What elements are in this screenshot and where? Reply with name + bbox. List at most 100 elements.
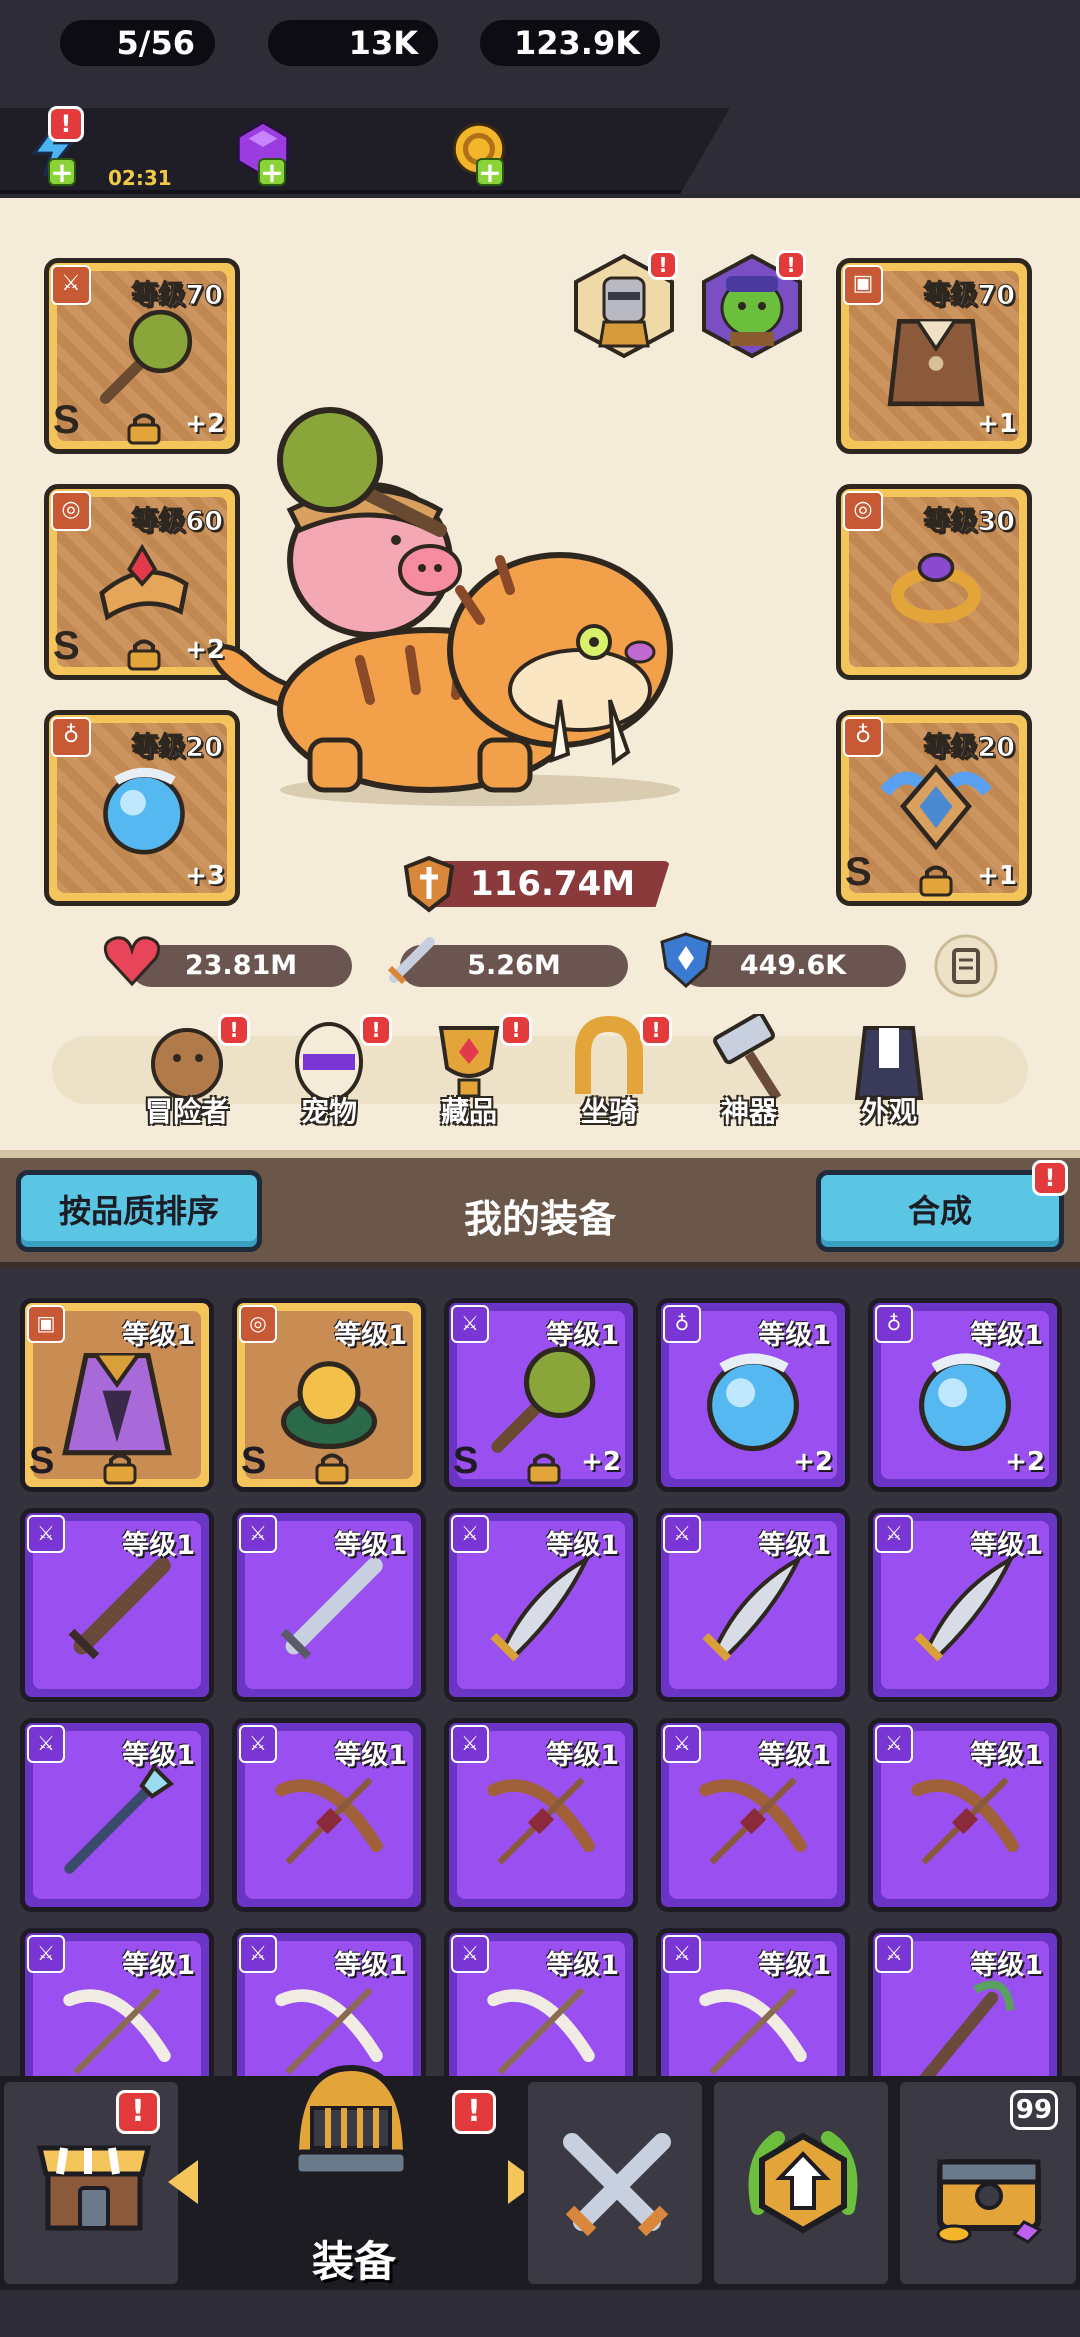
item-level: 等级1: [122, 1740, 195, 1771]
item-level: 等级1: [334, 1530, 407, 1561]
tab-horseshoe[interactable]: 坐骑!: [554, 1014, 672, 1134]
ring-icon: ◎: [843, 491, 883, 531]
equipment-item[interactable]: ♁ 等级1 +2: [656, 1298, 850, 1492]
item-level: 等级1: [546, 1950, 619, 1981]
bow-icon: [479, 1759, 603, 1883]
equipment-item[interactable]: ⚔ 等级1: [20, 1508, 214, 1702]
equipment-item[interactable]: ⚔ 等级1: [656, 1928, 850, 2076]
item-enhance: +2: [581, 1447, 621, 1477]
gem-plus-button[interactable]: +: [258, 158, 286, 187]
nav-upgrade[interactable]: [710, 2078, 892, 2288]
bone-bow-icon: [55, 1969, 179, 2076]
scimitar-icon: [479, 1549, 603, 1673]
equipment-item[interactable]: ⚔ 等级1: [656, 1718, 850, 1912]
sword-icon: ⚔: [875, 1515, 913, 1553]
tab-trophy[interactable]: 藏品!: [414, 1014, 532, 1134]
slot-enhance: +1: [977, 409, 1017, 439]
equipment-item[interactable]: ▣ 等级1 S: [20, 1298, 214, 1492]
item-level: 等级1: [758, 1530, 831, 1561]
hero-character[interactable]: [180, 390, 720, 810]
bow-icon: [903, 1759, 1027, 1883]
slot-level: 等级60: [131, 506, 224, 538]
prev-arrow-icon[interactable]: [168, 2160, 198, 2204]
equipped-slot-right-3[interactable]: ♁ 等级20 S +1: [836, 710, 1032, 906]
bracer-icon: [89, 529, 199, 639]
lock-icon: [101, 1451, 139, 1485]
treasure-chest-icon: [936, 2159, 1043, 2244]
equipped-slot-right-2[interactable]: ◎ 等级30: [836, 484, 1032, 680]
equipment-item[interactable]: ⚔ 等级1: [656, 1508, 850, 1702]
wood-sword-icon: [55, 1549, 179, 1673]
mace-icon: [89, 303, 199, 413]
item-grade: S: [453, 1440, 479, 1482]
equipment-title: 我的装备: [463, 1197, 616, 1241]
equipment-item[interactable]: ⚔ 等级1: [868, 1508, 1062, 1702]
slot-grade: S: [53, 398, 80, 442]
tab-hammer[interactable]: 神器: [694, 1014, 804, 1134]
slot-grade: S: [53, 624, 80, 668]
necklace-icon: ♁: [51, 717, 91, 757]
equipment-item[interactable]: ⚔ 等级1: [868, 1928, 1062, 2076]
equipment-item[interactable]: ⚔ 等级1: [232, 1718, 426, 1912]
bone-bow-icon: [691, 1969, 815, 2076]
lock-icon: [313, 1451, 351, 1485]
lock-icon: [125, 637, 163, 671]
equipment-item[interactable]: ⚔ 等级1: [444, 1718, 638, 1912]
tab-outfit[interactable]: 外观: [834, 1014, 944, 1134]
slot-level: 等级20: [923, 732, 1016, 764]
stat-details-icon[interactable]: [934, 934, 998, 998]
tab-label: 宠物: [300, 1095, 357, 1128]
lock-icon: [917, 863, 955, 897]
tab-capybara[interactable]: 冒险者!: [132, 1014, 250, 1134]
slot-enhance: +2: [185, 635, 225, 665]
tab-egg[interactable]: 宠物!: [274, 1014, 392, 1134]
equipment-item[interactable]: ⚔ 等级1: [444, 1928, 638, 2076]
energy-counter[interactable]: 5/56: [60, 20, 215, 66]
sword-icon: ⚔: [27, 1515, 65, 1553]
gauntlet-icon: [267, 1339, 391, 1463]
bow-icon: [691, 1759, 815, 1883]
ring-icon: ◎: [51, 491, 91, 531]
item-level: 等级1: [970, 1530, 1043, 1561]
bow-icon: [267, 1759, 391, 1883]
crossed-swords-icon: [563, 2133, 671, 2237]
sort-by-quality-button[interactable]: 按品质排序: [16, 1170, 262, 1252]
heart-icon: [103, 936, 161, 987]
slot-level: 等级70: [131, 280, 224, 312]
equipment-item[interactable]: ♁ 等级1 +2: [868, 1298, 1062, 1492]
tab-label: 神器: [720, 1095, 777, 1128]
ring-icon: ◎: [239, 1305, 277, 1343]
gold-counter[interactable]: 123.9K: [480, 20, 660, 66]
orb-icon: [903, 1339, 1027, 1463]
equipped-slot-right-1[interactable]: ▣ 等级70 +1: [836, 258, 1032, 454]
item-grade: S: [29, 1440, 55, 1482]
merge-button[interactable]: 合成: [816, 1170, 1064, 1252]
gem-counter[interactable]: 13K: [268, 20, 438, 66]
equipment-item[interactable]: ⚔ 等级1: [20, 1928, 214, 2076]
tab-alert-badge: !: [500, 1014, 532, 1046]
energy-timer: 02:31: [108, 166, 172, 190]
equipment-item[interactable]: ⚔ 等级1: [20, 1718, 214, 1912]
equipment-item[interactable]: ⚔ 等级1 S +2: [444, 1298, 638, 1492]
nav-equipment-label: 装备: [311, 2237, 396, 2286]
combat-power: 116.74M: [400, 855, 670, 913]
item-level: 等级1: [970, 1320, 1043, 1351]
item-level: 等级1: [334, 1950, 407, 1981]
item-level: 等级1: [122, 1320, 195, 1351]
item-level: 等级1: [334, 1320, 407, 1351]
equipped-slot-left-1[interactable]: ⚔ 等级70 S +2: [44, 258, 240, 454]
slot-enhance: +1: [977, 861, 1017, 891]
nav-battle[interactable]: [524, 2078, 706, 2288]
equipment-item[interactable]: ⚔ 等级1: [868, 1718, 1062, 1912]
item-level: 等级1: [546, 1530, 619, 1561]
tab-alert-badge: !: [218, 1014, 250, 1046]
equipment-item[interactable]: ⚔ 等级1: [232, 1508, 426, 1702]
gold-plus-button[interactable]: +: [476, 158, 504, 187]
energy-plus-button[interactable]: +: [48, 158, 76, 187]
equipment-item[interactable]: ⚔ 等级1: [444, 1508, 638, 1702]
equipment-item[interactable]: ◎ 等级1 S: [232, 1298, 426, 1492]
slot-level: 等级30: [923, 506, 1016, 538]
orc-alert-badge: !: [776, 250, 806, 280]
item-level: 等级1: [546, 1320, 619, 1351]
sword-icon: ⚔: [663, 1515, 701, 1553]
